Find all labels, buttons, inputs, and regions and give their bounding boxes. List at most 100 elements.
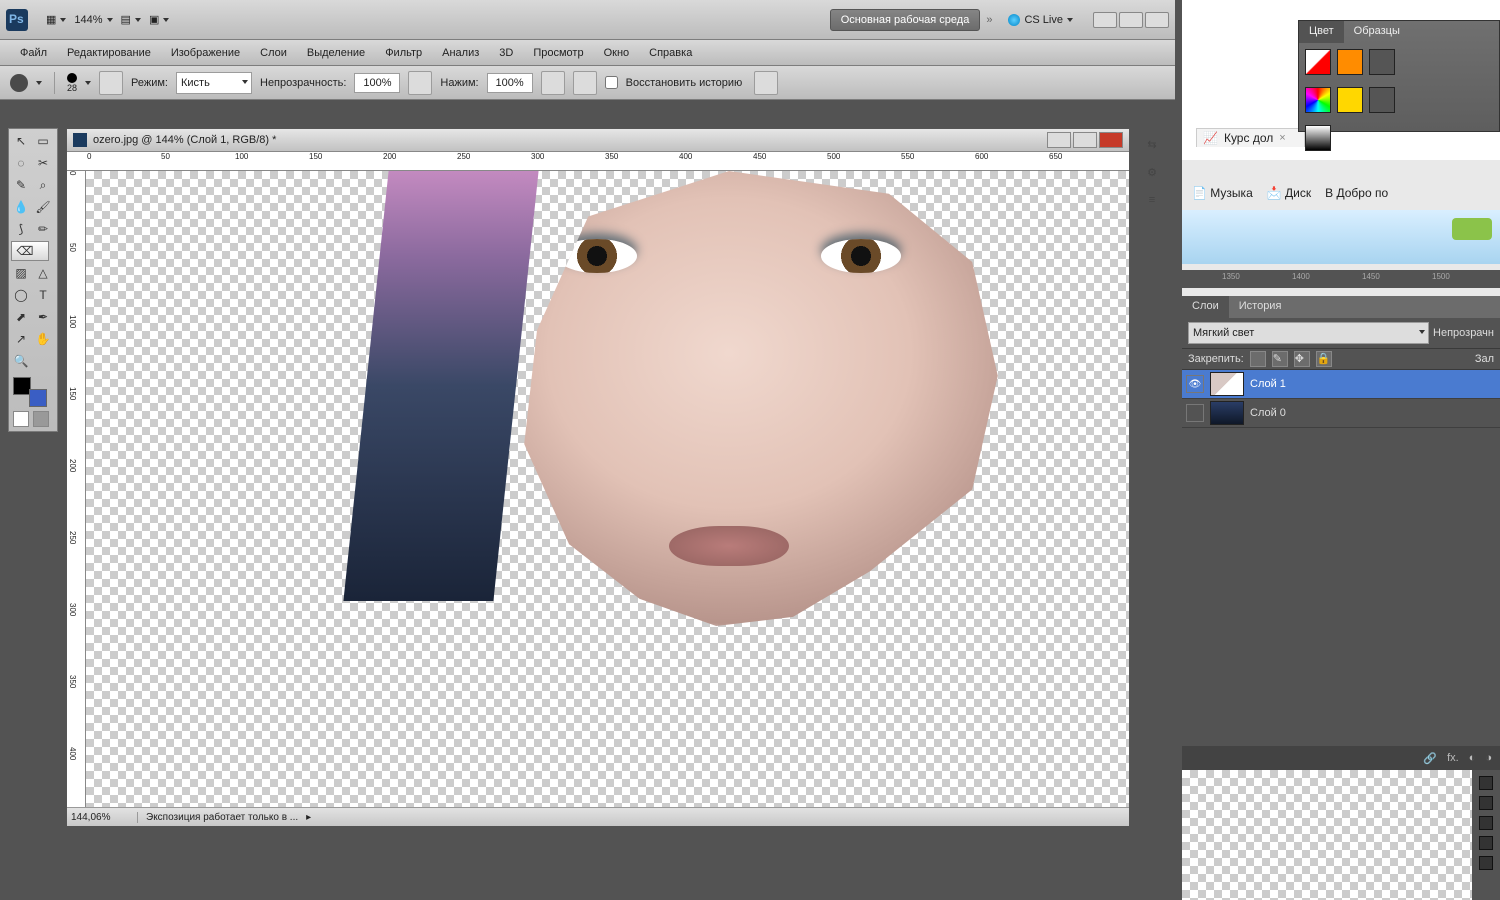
- tab-color[interactable]: Цвет: [1299, 21, 1344, 43]
- tool-button[interactable]: ↖: [11, 131, 31, 151]
- link-layers-icon[interactable]: 🔗: [1423, 752, 1437, 765]
- quickmask-button[interactable]: [33, 411, 49, 427]
- status-zoom[interactable]: 144,06%: [71, 812, 138, 823]
- no-color-swatch[interactable]: [1305, 49, 1331, 75]
- tool-button[interactable]: △: [33, 263, 53, 283]
- tool-button[interactable]: ⌕: [33, 175, 53, 195]
- menu-item[interactable]: Изображение: [161, 43, 250, 63]
- dock-icon[interactable]: ⚙: [1140, 160, 1164, 184]
- document-titlebar[interactable]: ozero.jpg @ 144% (Слой 1, RGB/8) *: [67, 129, 1129, 152]
- arrange-documents-dropdown[interactable]: ▤: [117, 9, 145, 31]
- flow-pressure-button[interactable]: [573, 71, 597, 95]
- sec-check[interactable]: [1479, 796, 1493, 810]
- tool-button[interactable]: ✋: [33, 329, 53, 349]
- tab-close-icon[interactable]: ×: [1279, 132, 1285, 144]
- screen-mode-dropdown[interactable]: ▦: [42, 9, 70, 31]
- minimize-button[interactable]: [1093, 12, 1117, 28]
- doc-close-button[interactable]: [1099, 132, 1123, 148]
- color-swatch[interactable]: [1369, 87, 1395, 113]
- chevrons-icon[interactable]: »: [986, 14, 992, 26]
- maximize-button[interactable]: [1119, 12, 1143, 28]
- color-swatch[interactable]: [1337, 49, 1363, 75]
- visibility-toggle[interactable]: [1186, 404, 1204, 422]
- layer-row[interactable]: Слой 0: [1182, 399, 1500, 428]
- lock-position-button[interactable]: ✥: [1294, 351, 1310, 367]
- ruler-vertical[interactable]: 050100150200250300350400: [67, 171, 86, 807]
- lock-pixels-button[interactable]: ✎: [1272, 351, 1288, 367]
- color-swatch-picker[interactable]: [11, 377, 49, 407]
- brush-picker-chevron-icon[interactable]: [85, 81, 91, 85]
- color-swatch[interactable]: [1369, 49, 1395, 75]
- canvas[interactable]: [86, 171, 1129, 807]
- bookmark-item[interactable]: 📩 Диск: [1267, 186, 1311, 200]
- doc-minimize-button[interactable]: [1047, 132, 1071, 148]
- cs-live-button[interactable]: CS Live: [1008, 14, 1073, 26]
- menu-item[interactable]: Фильтр: [375, 43, 432, 63]
- bookmark-item[interactable]: 📄 Музыка: [1192, 186, 1253, 200]
- tool-button[interactable]: ✒: [33, 307, 53, 327]
- blend-mode-select[interactable]: Мягкий свет: [1188, 322, 1429, 344]
- tool-button[interactable]: 🔍: [11, 351, 31, 371]
- tab-history[interactable]: История: [1229, 296, 1292, 318]
- menu-item[interactable]: Редактирование: [57, 43, 161, 63]
- menu-item[interactable]: Окно: [594, 43, 640, 63]
- adjustment-icon[interactable]: ◑: [1485, 752, 1492, 764]
- mode-select[interactable]: Кисть: [176, 72, 252, 94]
- target-button[interactable]: [754, 71, 778, 95]
- tool-button[interactable]: ✂: [33, 153, 53, 173]
- flow-input[interactable]: 100%: [487, 73, 533, 93]
- gradient-swatch[interactable]: [1305, 125, 1331, 151]
- tab-layers[interactable]: Слои: [1182, 296, 1229, 318]
- tool-button[interactable]: ▨: [11, 263, 31, 283]
- tool-button[interactable]: ⟆: [11, 219, 31, 239]
- tool-button[interactable]: ▭: [33, 131, 53, 151]
- visibility-toggle[interactable]: 👁: [1186, 375, 1204, 393]
- menu-item[interactable]: Слои: [250, 43, 297, 63]
- zoom-dropdown[interactable]: 144%: [70, 9, 116, 31]
- menu-item[interactable]: Справка: [639, 43, 702, 63]
- restore-history-checkbox[interactable]: [605, 76, 618, 89]
- bookmark-item[interactable]: B Добро по: [1325, 186, 1388, 200]
- doc-maximize-button[interactable]: [1073, 132, 1097, 148]
- menu-item[interactable]: Выделение: [297, 43, 375, 63]
- browser-tab[interactable]: 📈 Курс дол ×: [1196, 128, 1305, 147]
- airbrush-button[interactable]: [541, 71, 565, 95]
- green-button[interactable]: [1452, 218, 1492, 240]
- tool-button[interactable]: ◌: [11, 153, 31, 173]
- color-wheel-swatch[interactable]: [1305, 87, 1331, 113]
- sec-check[interactable]: [1479, 856, 1493, 870]
- menu-item[interactable]: Анализ: [432, 43, 489, 63]
- menu-item[interactable]: 3D: [489, 43, 523, 63]
- ruler-horizontal[interactable]: 050100150200250300350400450500550600650: [67, 152, 1129, 171]
- sec-check[interactable]: [1479, 776, 1493, 790]
- menu-item[interactable]: Файл: [10, 43, 57, 63]
- sec-check[interactable]: [1479, 816, 1493, 830]
- layer-thumbnail[interactable]: [1210, 401, 1244, 425]
- close-button[interactable]: [1145, 12, 1169, 28]
- brush-preview-icon[interactable]: [10, 74, 28, 92]
- tool-button[interactable]: ↗: [11, 329, 31, 349]
- workspace-button[interactable]: Основная рабочая среда: [830, 9, 981, 31]
- menu-item[interactable]: Просмотр: [523, 43, 593, 63]
- standard-mode-button[interactable]: [13, 411, 29, 427]
- fx-icon[interactable]: fx.: [1447, 752, 1459, 764]
- tab-swatches[interactable]: Образцы: [1344, 21, 1410, 43]
- mask-icon[interactable]: ◐: [1469, 752, 1476, 764]
- tool-button[interactable]: 💧: [11, 197, 31, 217]
- tool-button[interactable]: ◯: [11, 285, 31, 305]
- tool-button[interactable]: ⌫: [11, 241, 49, 261]
- opacity-pressure-button[interactable]: [408, 71, 432, 95]
- lock-transparency-button[interactable]: [1250, 351, 1266, 367]
- tool-button[interactable]: T: [33, 285, 53, 305]
- dock-icon[interactable]: ⇆: [1140, 132, 1164, 156]
- tool-preset-chevron-icon[interactable]: [36, 81, 42, 85]
- sec-check[interactable]: [1479, 836, 1493, 850]
- lock-all-button[interactable]: 🔒: [1316, 351, 1332, 367]
- extra-dropdown[interactable]: ▣: [145, 9, 173, 31]
- layer-row[interactable]: 👁Слой 1: [1182, 370, 1500, 399]
- color-swatch[interactable]: [1337, 87, 1363, 113]
- tool-button[interactable]: ✎: [11, 175, 31, 195]
- opacity-input[interactable]: 100%: [354, 73, 400, 93]
- status-arrow-icon[interactable]: ▸: [306, 812, 311, 823]
- dock-icon[interactable]: ≡: [1140, 188, 1164, 212]
